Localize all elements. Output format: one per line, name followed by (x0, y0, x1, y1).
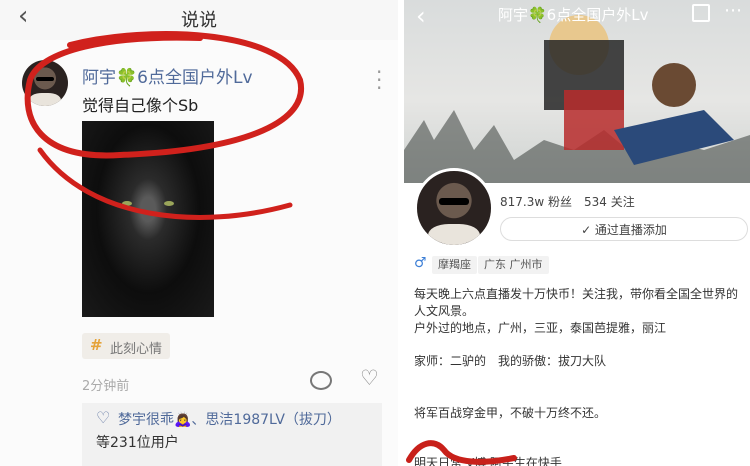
fans-count[interactable]: 817.3w 粉丝 (500, 193, 572, 210)
location-tag: 广东 广州市 (478, 256, 549, 274)
share-icon[interactable] (692, 4, 710, 22)
red-annotation-stroke (406, 440, 517, 465)
back-icon[interactable]: ‹ (416, 2, 426, 30)
bio-line: 将军百战穿金甲，不破十万终不还。 (414, 406, 607, 420)
follow-button-label: ✓ 通过直播添加 (581, 223, 667, 237)
profile-avatar[interactable] (414, 168, 494, 248)
post-panel: ‹ 说说 阿宇🍀6点全国户外Lv · · · 觉得自己像个Sb # 此刻心情 2分钟… (0, 0, 398, 466)
red-annotation-circle (24, 31, 305, 220)
male-icon: ♂ (414, 255, 427, 271)
zodiac-tag: 摩羯座 (432, 256, 477, 274)
profile-title: 阿宇🍀6点全国户外Lv (498, 6, 649, 24)
profile-banner: ‹ 阿宇🍀6点全国户外Lv ⋯ (404, 0, 750, 183)
bio-line: 家师：二驴的 我的骄傲：拔刀大队 (414, 354, 607, 368)
bio-line: 人文风景。 (414, 304, 475, 318)
bio-line: 户外过的地点，广州，三亚，泰国芭提雅，丽江 (414, 321, 667, 335)
profile-panel: ‹ 阿宇🍀6点全国户外Lv ⋯ 817.3w 粉丝 534 关注 ✓ 通过直播添… (404, 0, 750, 466)
follow-button[interactable]: ✓ 通过直播添加 (500, 217, 748, 241)
banner-art (404, 15, 750, 183)
more-icon[interactable]: ⋯ (724, 0, 742, 21)
bio-line: 每天晚上六点直播发十万快币！关注我，带你看全国全世界的 (414, 287, 739, 301)
follow-count[interactable]: 534 关注 (584, 193, 635, 210)
